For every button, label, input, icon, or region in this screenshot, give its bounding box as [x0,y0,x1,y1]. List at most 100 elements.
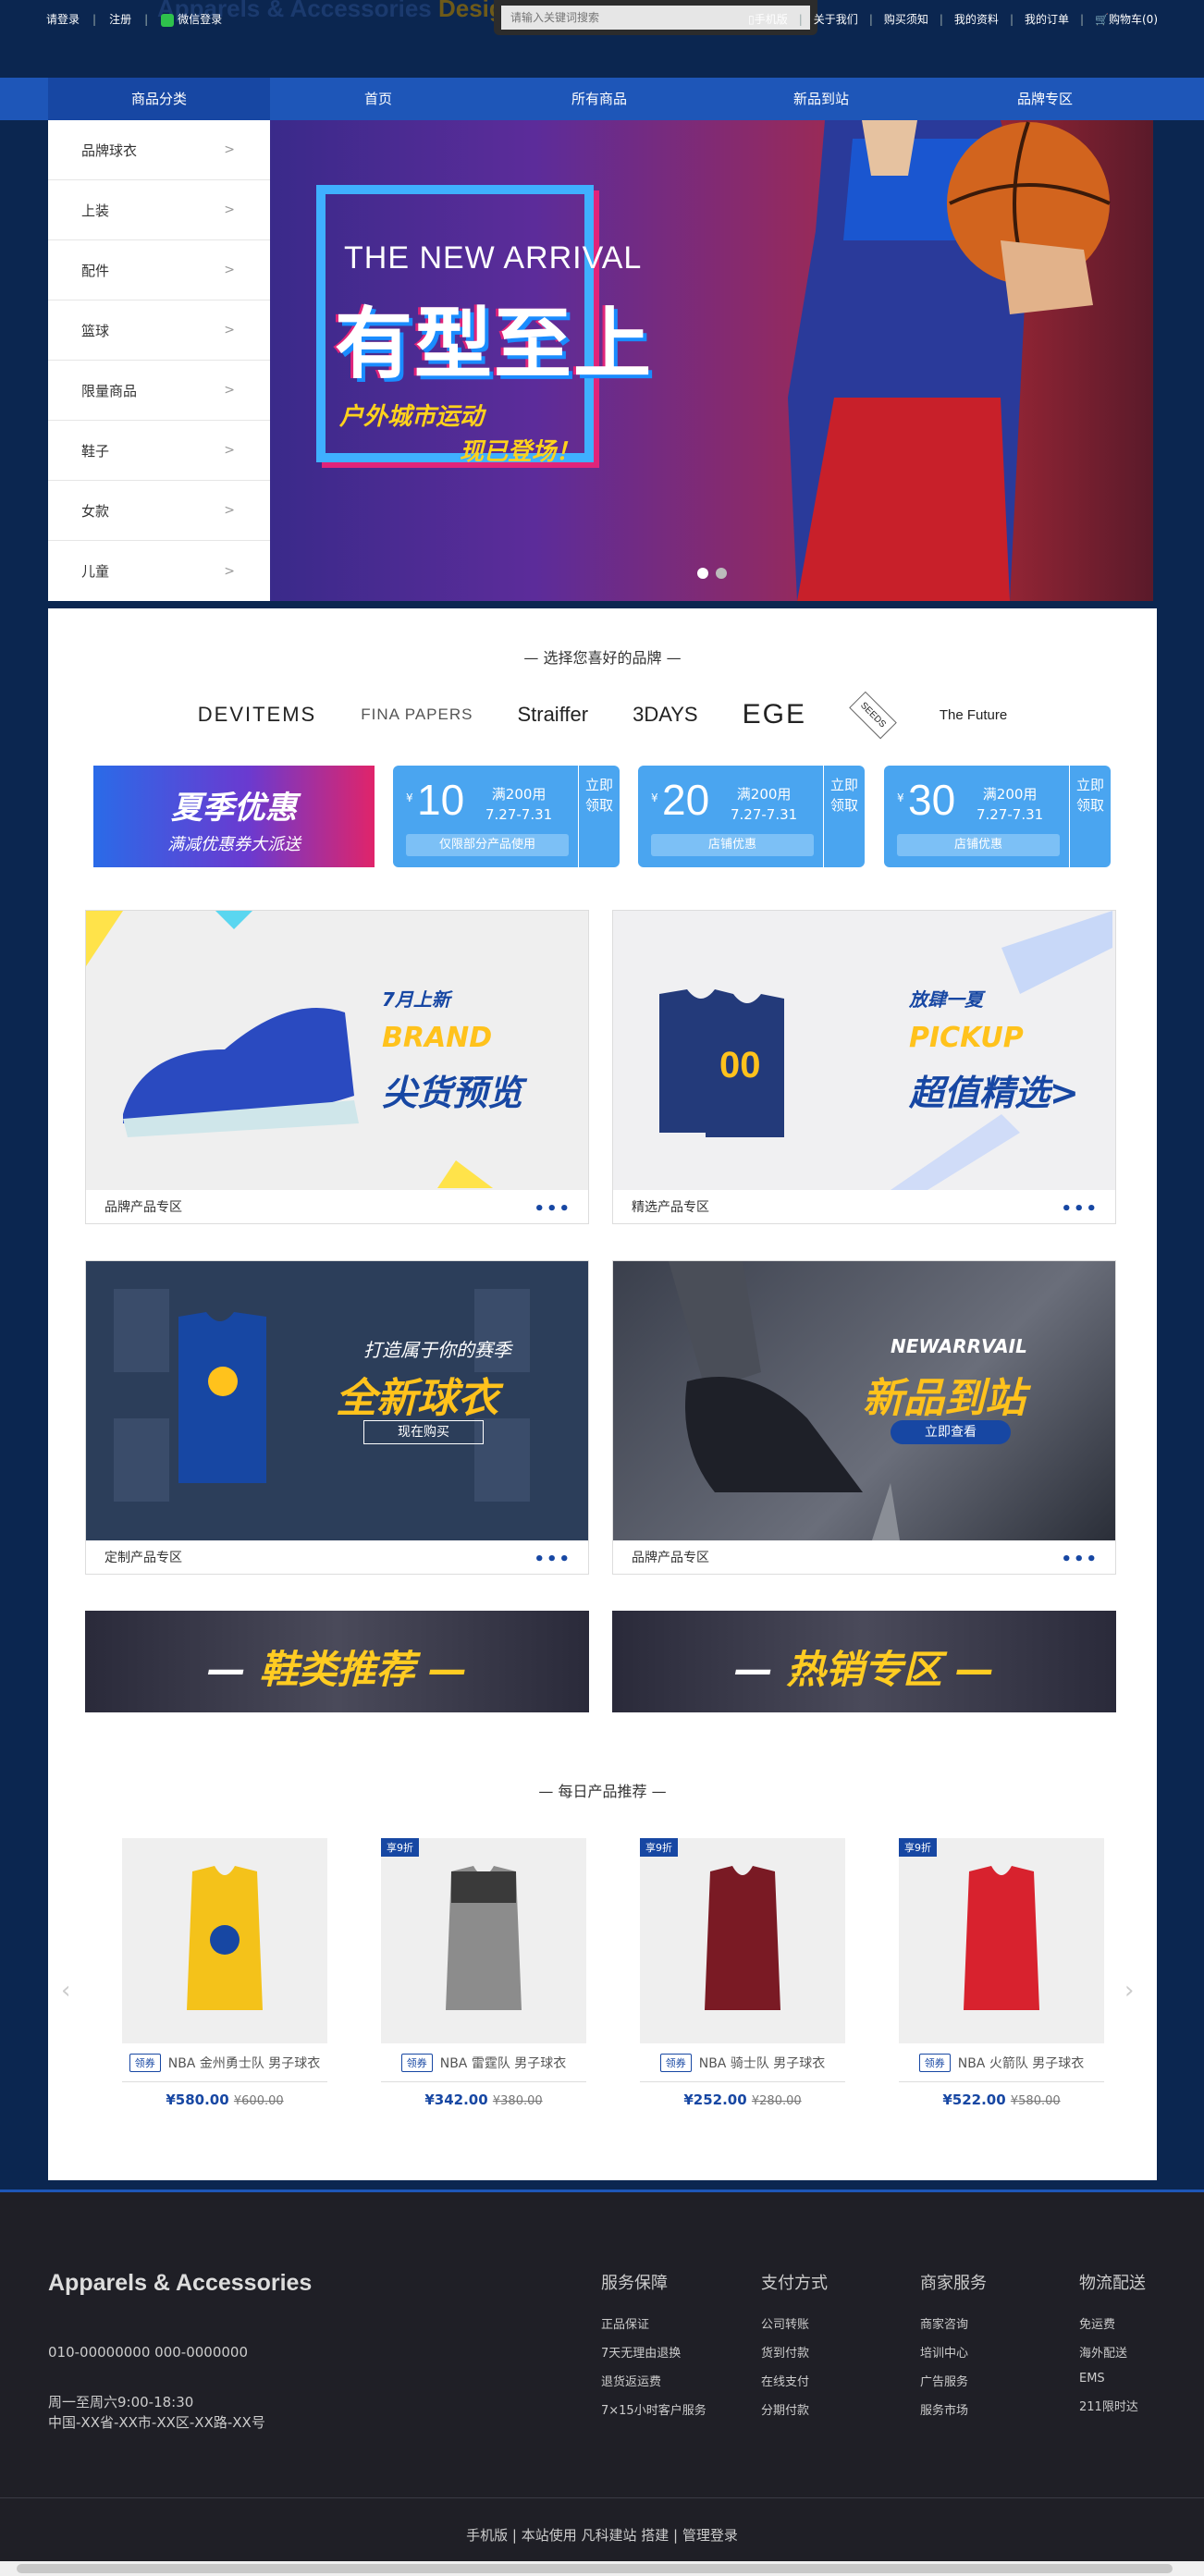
footer-link[interactable]: 7天无理由退换 [601,2343,706,2361]
wechat-login-link[interactable]: 微信登录 [161,11,222,27]
brand-products-tile[interactable]: 7月上新 BRAND 尖货预览 品牌产品专区 ••• [85,910,589,1224]
sidebar-item-limited[interactable]: 限量商品 > [48,361,270,421]
sidebar-item-label: 品牌球衣 [81,141,138,159]
footer-col-title: 商家服务 [920,2274,987,2293]
product-card[interactable]: 享9折 领券 NBA 火箭队 男子球衣 ¥522.00 ¥580.00 [899,1838,1104,2108]
wechat-icon [161,13,175,27]
custom-products-tile[interactable]: 打造属于你的赛季 全新球衣 现在购买 定制产品专区 ••• [85,1260,589,1575]
brand-logo[interactable]: DEVITEMS [198,703,316,727]
more-icon[interactable]: ••• [1061,1550,1099,1569]
footer-link[interactable]: 公司转账 [761,2314,828,2332]
brand-logo[interactable]: SEEDS [849,691,897,739]
product-price-row: ¥580.00 ¥600.00 [122,2091,327,2108]
summer-promo-banner[interactable]: 夏季优惠 满减优惠券大派送 [93,766,375,867]
coupon-30[interactable]: ¥ 30 满200用 7.27-7.31 店铺优惠 立即领取 [884,766,1111,867]
coupon-amount: 20 [662,776,710,824]
brand-logo[interactable]: Straiffer [517,703,588,727]
brand-logo[interactable]: FINA PAPERS [361,705,473,724]
tile-caption: 精选产品专区 [632,1200,709,1215]
nav-category-button[interactable]: 商品分类 [48,78,270,120]
footer-link[interactable]: 正品保证 [601,2314,706,2332]
product-name-row: 领券 NBA 金州勇士队 男子球衣 [122,2043,327,2082]
footer-bottom-links[interactable]: 手机版 | 本站使用 凡科建站 搭建 | 管理登录 [0,2525,1204,2545]
my-profile-link[interactable]: 我的资料 [954,11,999,27]
cart-link[interactable]: 🛒购物车(0) [1095,11,1158,27]
brand-logo[interactable]: EGE [743,699,806,730]
product-price-row: ¥522.00 ¥580.00 [899,2091,1104,2108]
sidebar-item-label: 篮球 [81,322,110,339]
hero-banner[interactable]: THE NEW ARRIVAL 有型至上 户外城市运动 现已登场！ [270,120,1153,601]
footer-link[interactable]: EMS [1079,2372,1146,2386]
banner-title: 有型至上 [335,299,654,389]
account-links: 请登录 | 注册 | 微信登录 [46,11,222,27]
hot-sales-banner[interactable]: — 热销专区 — [612,1611,1116,1712]
nav-item-all-products[interactable]: 所有商品 [571,78,627,120]
strip-title: — 鞋类推荐 — [85,1638,589,1695]
claim-coupon-button[interactable]: 立即领取 [830,775,858,816]
footer-link[interactable]: 在线支付 [761,2372,828,2389]
tile-caption: 定制产品专区 [104,1551,182,1565]
view-now-button[interactable]: 立即查看 [891,1420,1011,1444]
strip-dash: — [733,1647,773,1692]
about-link[interactable]: 关于我们 [814,11,858,27]
divider: | [92,12,97,26]
brand-logo[interactable]: The Future [940,707,1007,723]
sidebar-item-kids[interactable]: 儿童 > [48,541,270,601]
nav-item-brand-zone[interactable]: 品牌专区 [1017,78,1073,120]
selected-products-tile[interactable]: 00 放肆一夏 PICKUP 超值精选> 精选产品专区 ••• [612,910,1116,1224]
my-orders-link[interactable]: 我的订单 [1025,11,1069,27]
product-card[interactable]: 领券 NBA 金州勇士队 男子球衣 ¥580.00 ¥600.00 [122,1838,327,2108]
footer-link[interactable]: 服务市场 [920,2400,987,2418]
mobile-link[interactable]: ▯手机版 [748,11,788,27]
claim-coupon-button[interactable]: 立即领取 [1076,775,1104,816]
sidebar-item-women[interactable]: 女款 > [48,481,270,541]
nav-item-home[interactable]: 首页 [364,78,392,120]
footer-link[interactable]: 211限时达 [1079,2397,1146,2414]
sidebar-item-jerseys[interactable]: 品牌球衣 > [48,120,270,180]
more-icon[interactable]: ••• [534,1550,571,1569]
login-link[interactable]: 请登录 [46,11,80,27]
footer-col-merchant: 商家服务 商家咨询 培训中心 广告服务 服务市场 [920,2270,987,2429]
coupon-10[interactable]: ¥ 10 满200用 7.27-7.31 仅限部分产品使用 立即领取 [393,766,620,867]
buy-now-button[interactable]: 现在购买 [363,1420,484,1444]
footer-link[interactable]: 广告服务 [920,2372,987,2389]
horizontal-scrollbar[interactable] [0,2561,1204,2576]
coupon-20[interactable]: ¥ 20 满200用 7.27-7.31 店铺优惠 立即领取 [638,766,865,867]
footer-col-title: 服务保障 [601,2274,668,2293]
carousel-dot[interactable] [716,568,727,579]
footer-col-service: 服务保障 正品保证 7天无理由退换 退货返运费 7×15小时客户服务 [601,2270,706,2429]
footer-link[interactable]: 分期付款 [761,2400,828,2418]
brands-section-title: — 选择您喜好的品牌 — [523,649,682,667]
claim-coupon-button[interactable]: 立即领取 [585,775,613,816]
nav-item-new-arrivals[interactable]: 新品到站 [793,78,849,120]
sidebar-item-basketball[interactable]: 篮球 > [48,301,270,361]
footer-link[interactable]: 退货返运费 [601,2372,706,2389]
footer-link[interactable]: 商家咨询 [920,2314,987,2332]
product-price: ¥580.00 [166,2091,229,2108]
footer-link[interactable]: 免运费 [1079,2314,1146,2332]
shoes-recommend-banner[interactable]: — 鞋类推荐 — [85,1611,589,1712]
wechat-login-label: 微信登录 [178,13,223,26]
sidebar-item-accessories[interactable]: 配件 > [48,240,270,301]
sidebar-item-shoes[interactable]: 鞋子 > [48,421,270,481]
purchase-notice-link[interactable]: 购买须知 [884,11,928,27]
tile-caption: 品牌产品专区 [104,1200,182,1215]
product-name-row: 领券 NBA 火箭队 男子球衣 [899,2043,1104,2082]
footer-link[interactable]: 7×15小时客户服务 [601,2400,706,2418]
brand-products-tile-2[interactable]: NEWARRVAIL 新品到站 立即查看 品牌产品专区 ••• [612,1260,1116,1575]
product-old-price: ¥600.00 [233,2094,284,2108]
footer-link[interactable]: 海外配送 [1079,2343,1146,2361]
product-card[interactable]: 享9折 领券 NBA 雷霆队 男子球衣 ¥342.00 ¥380.00 [381,1838,586,2108]
product-card[interactable]: 享9折 领券 NBA 骑士队 男子球衣 ¥252.00 ¥280.00 [640,1838,845,2108]
footer-link[interactable]: 货到付款 [761,2343,828,2361]
register-link[interactable]: 注册 [109,11,131,27]
more-icon[interactable]: ••• [1061,1199,1099,1219]
more-icon[interactable]: ••• [534,1199,571,1219]
strip-dash: — [955,1647,995,1692]
footer-link[interactable]: 培训中心 [920,2343,987,2361]
carousel-dot[interactable] [697,568,708,579]
brand-logo[interactable]: 3DAYS [633,703,698,727]
sidebar-item-tops[interactable]: 上装 > [48,180,270,240]
product-price-row: ¥342.00 ¥380.00 [381,2091,586,2108]
scrollbar-thumb[interactable] [17,2564,1173,2573]
